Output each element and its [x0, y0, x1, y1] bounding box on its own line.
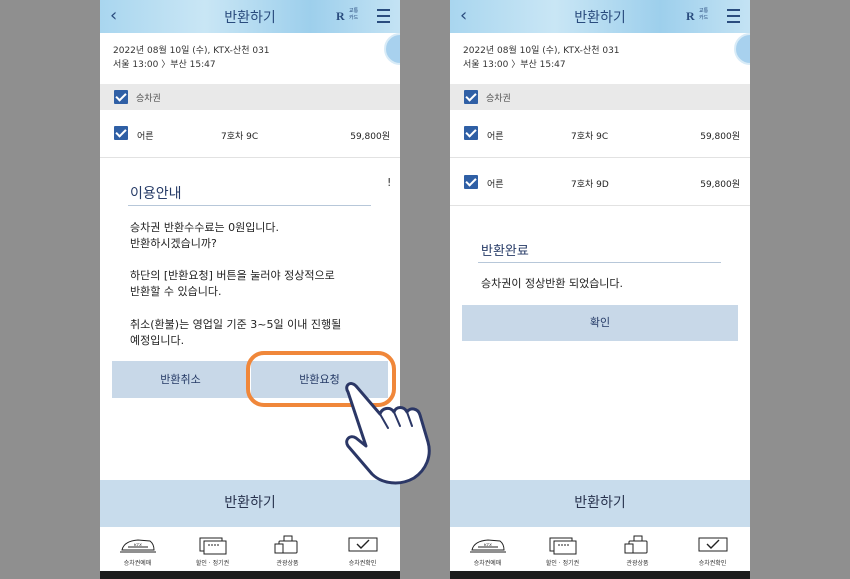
- logo-text: 교통 카드: [699, 8, 709, 21]
- nav-item-tour[interactable]: 관광상품: [600, 527, 675, 571]
- logo-mark: R: [336, 9, 345, 23]
- ticket-row: 어른 7호차 9D 59,800원: [450, 158, 750, 206]
- dialog-message-fee: 승차권 반환수수료는 0원입니다. 반환하시겠습니까?: [130, 221, 280, 250]
- train-icon: KTX: [119, 539, 156, 553]
- phone-screen-return-guide: ‹ 반환하기 R 교통 카드 2022년 08월 10일 (수), KTX-산천 …: [100, 0, 400, 579]
- dialog-title: 이용안내: [130, 186, 182, 202]
- select-all-checkbox[interactable]: [464, 90, 478, 104]
- app-header: ‹ 반환하기 R 교통 카드: [450, 0, 750, 33]
- cancel-return-button[interactable]: 반환취소: [112, 361, 249, 398]
- trip-route: 서울 13:00 〉부산 15:47: [463, 60, 566, 70]
- dialog-divider: [478, 262, 721, 263]
- logo-mark: R: [686, 9, 695, 23]
- menu-icon[interactable]: [727, 9, 740, 27]
- return-complete-dialog: 반환완료 승차권이 정상반환 되었습니다. 확인: [462, 228, 738, 341]
- seat-number: 7호차 9C: [571, 132, 609, 142]
- svg-text:KTX: KTX: [134, 542, 142, 547]
- return-action-bar[interactable]: 반환하기: [450, 480, 750, 527]
- device-bottom-edge: [450, 571, 750, 579]
- transit-card-logo[interactable]: R 교통 카드: [686, 8, 716, 25]
- app-header: ‹ 반환하기 R 교통 카드: [100, 0, 400, 33]
- trip-route: 서울 13:00 〉부산 15:47: [113, 60, 216, 70]
- passenger-type: 어른: [487, 180, 504, 190]
- device-bottom-edge: [100, 571, 400, 579]
- section-label: 승차권: [486, 94, 511, 104]
- floating-badge-icon[interactable]: [384, 33, 400, 65]
- ticket-stack-icon: [199, 537, 226, 555]
- bottom-nav: KTX 승차권예매 할인 · 정기권 관광상품 승차권확인: [100, 527, 400, 571]
- dialog-title: 반환완료: [481, 244, 529, 259]
- nav-item-booking[interactable]: KTX 승차권예매: [100, 527, 175, 571]
- ticket-checkbox[interactable]: [114, 126, 128, 140]
- ticket-check-icon: [698, 537, 727, 552]
- trip-date-train: 2022년 08월 10일 (수), KTX-산천 031: [463, 46, 620, 56]
- nav-item-discount[interactable]: 할인 · 정기권: [525, 527, 600, 571]
- nav-item-booking[interactable]: KTX 승차권예매: [450, 527, 525, 571]
- select-all-checkbox[interactable]: [114, 90, 128, 104]
- ticket-checkbox[interactable]: [464, 175, 478, 189]
- ticket-section-header: 승차권: [450, 84, 750, 110]
- bottom-nav: KTX 승차권예매 할인 · 정기권 관광상품 승차권확인: [450, 527, 750, 571]
- train-icon: KTX: [469, 539, 506, 553]
- trip-info: 2022년 08월 10일 (수), KTX-산천 031 서울 13:00 〉…: [463, 44, 620, 72]
- nav-item-discount[interactable]: 할인 · 정기권: [175, 527, 250, 571]
- back-icon[interactable]: ‹: [460, 5, 467, 26]
- back-icon[interactable]: ‹: [110, 5, 117, 26]
- ticket-section-header: 승차권: [100, 84, 400, 110]
- ticket-row: 어른 7호차 9C 59,800원: [100, 110, 400, 158]
- dialog-message-instruction: 하단의 [반환요청] 버튼을 눌러야 정상적으로 반환할 수 있습니다.: [130, 269, 335, 298]
- transit-card-logo[interactable]: R 교통 카드: [336, 8, 366, 25]
- ticket-price: 59,800원: [350, 132, 390, 142]
- svg-text:KTX: KTX: [484, 542, 492, 547]
- nav-item-ticket-check[interactable]: 승차권확인: [675, 527, 750, 571]
- phone-screen-return-complete: ‹ 반환하기 R 교통 카드 2022년 08월 10일 (수), KTX-산천 …: [450, 0, 750, 579]
- dialog-message: 승차권이 정상반환 되었습니다.: [481, 277, 624, 290]
- pointing-hand-icon: [345, 382, 431, 485]
- seat-number: 7호차 9D: [571, 180, 609, 190]
- section-label: 승차권: [136, 94, 161, 104]
- ticket-row: 어른 7호차 9C 59,800원: [450, 110, 750, 158]
- luggage-icon: [624, 535, 647, 554]
- nav-item-tour[interactable]: 관광상품: [250, 527, 325, 571]
- ticket-checkbox[interactable]: [464, 126, 478, 140]
- trip-date-train: 2022년 08월 10일 (수), KTX-산천 031: [113, 46, 270, 56]
- seat-number: 7호차 9C: [221, 132, 259, 142]
- ticket-price: 59,800원: [700, 180, 740, 190]
- dialog-message-refund: 취소(환불)는 영업일 기준 3~5일 이내 진행될 예정입니다.: [130, 318, 342, 347]
- ticket-price: 59,800원: [700, 132, 740, 142]
- confirm-button[interactable]: 확인: [462, 305, 738, 341]
- passenger-type: 어른: [137, 132, 154, 142]
- luggage-icon: [274, 535, 297, 554]
- dialog-divider: [128, 205, 371, 206]
- ticket-stack-icon: [549, 537, 576, 555]
- trip-info: 2022년 08월 10일 (수), KTX-산천 031 서울 13:00 〉…: [113, 44, 270, 72]
- logo-text: 교통 카드: [349, 8, 359, 21]
- nav-item-ticket-check[interactable]: 승차권확인: [325, 527, 400, 571]
- ticket-check-icon: [348, 537, 377, 552]
- passenger-type: 어른: [487, 132, 504, 142]
- floating-badge-icon[interactable]: [734, 33, 750, 65]
- menu-icon[interactable]: [377, 9, 390, 27]
